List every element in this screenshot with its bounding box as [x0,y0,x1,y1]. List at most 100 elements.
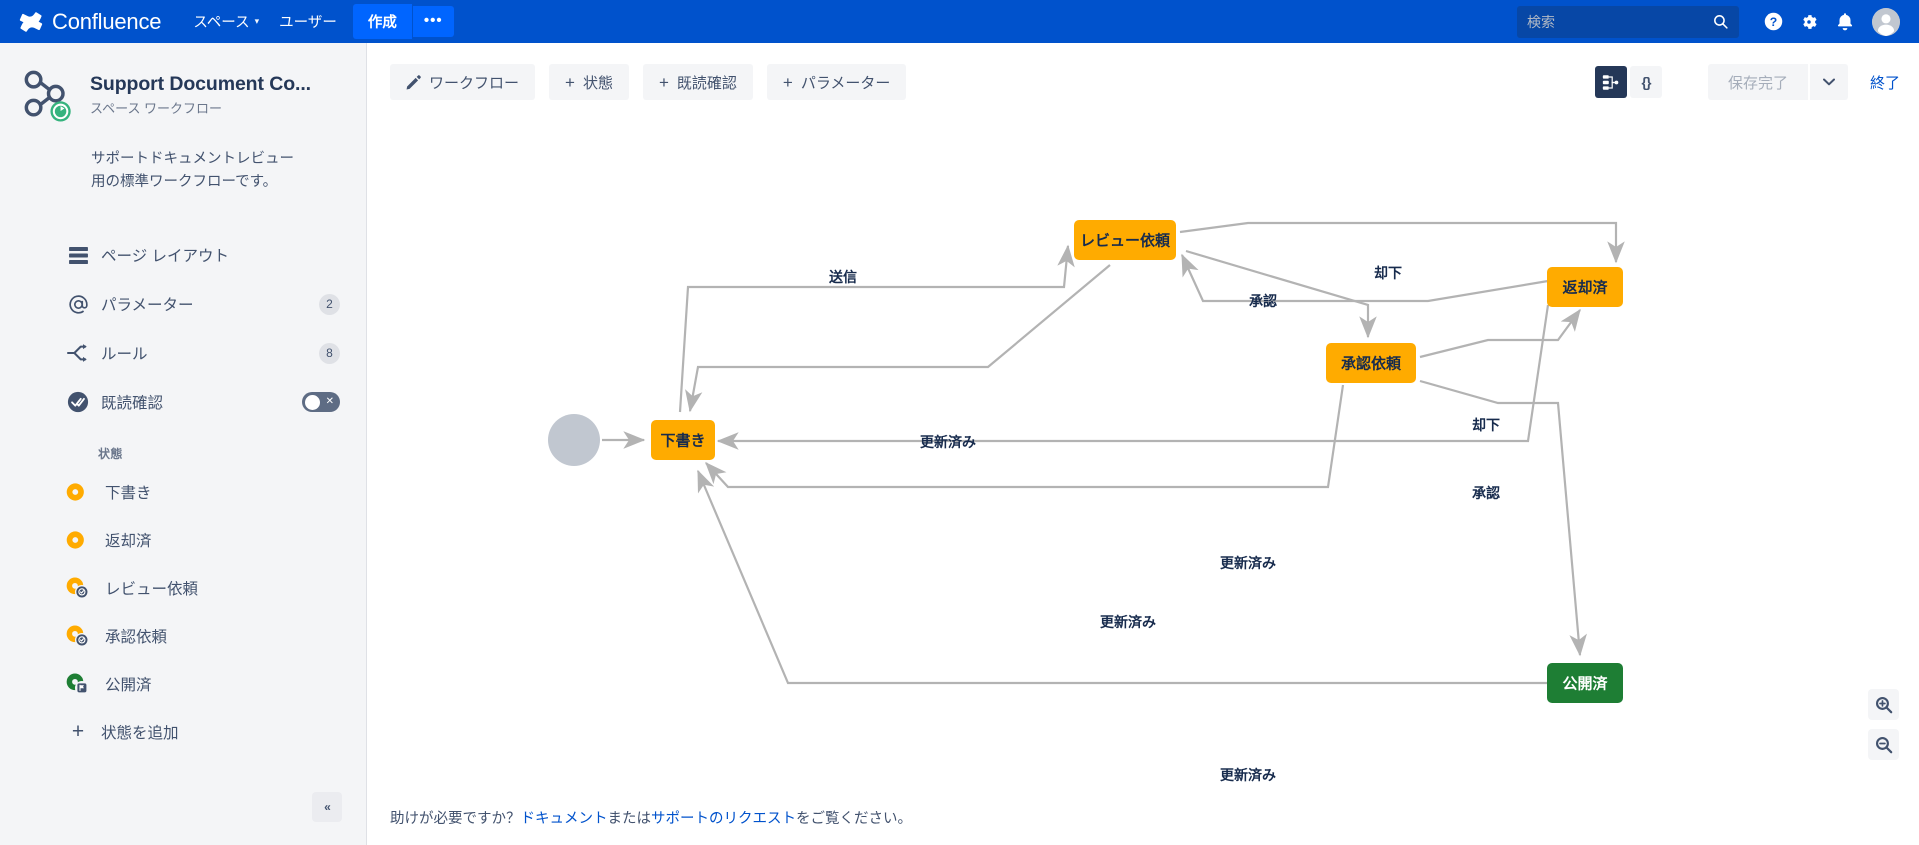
toolbar-add-parameter-label: パラメーター [800,74,891,92]
workflow-title: Support Document Co... [90,73,311,95]
diagram-edge-labels: 送信 却下 承認 送信 却下 承認 更新済み 更新済み 更新済み 更新済み [828,265,1500,783]
state-ring-check-icon-review [65,575,95,601]
workflow-diagram-canvas[interactable]: 送信 却下 承認 送信 却下 承認 更新済み 更新済み 更新済み 更新済み 下書… [368,105,1919,785]
diagram-nodes: 下書き レビュー依頼 承認依頼 返却済 公開済 [548,220,1623,703]
view-mode-toggle-group: {} [1594,66,1662,98]
edge-label-approve-returned-review: 承認 [1249,293,1277,309]
footer-middle: または [607,811,652,827]
edge-label-updated-approval-draft: 更新済み [1100,614,1156,630]
sidebar-state-draft[interactable]: 下書き [0,468,366,516]
view-diagram-button[interactable] [1594,66,1627,98]
main-content: ワークフロー + 状態 + 既読確認 + パラメーター {} 保存完了 終了 送… [368,43,1919,845]
toolbar-add-parameter-button[interactable]: + パラメーター [766,64,907,100]
sidebar-state-approval-request[interactable]: 承認依頼 [0,612,366,660]
state-ring-check-icon-approval [65,623,95,649]
edge-label-send-draft-review: 送信 [828,269,857,285]
node-start[interactable] [548,414,600,466]
state-ring-icon-draft [65,479,95,505]
edge-approval-to-draft[interactable] [705,384,1345,489]
help-button[interactable]: ? [1757,6,1789,38]
edge-review-to-approval[interactable] [1185,249,1377,339]
plus-icon: + [71,720,85,744]
sidebar-state-published-label: 公開済 [105,676,152,694]
toolbar-workflow-button[interactable]: ワークフロー [390,64,536,100]
sidebar-item-parameters[interactable]: パラメーター 2 [0,280,366,329]
edge-approval-to-published[interactable] [1419,379,1587,657]
rules-count-badge: 8 [319,342,340,364]
edge-label-updated-review-draft: 更新済み [920,434,976,450]
zoom-out-button[interactable] [1868,729,1899,760]
sidebar-state-returned[interactable]: 返却済 [0,516,366,564]
sidebar-collapse-button[interactable]: « [312,792,342,822]
sidebar-add-state-button[interactable]: + 状態を追加 [0,708,366,756]
user-avatar-button[interactable] [1870,6,1902,38]
create-button[interactable]: 作成 [352,4,412,39]
toolbar-workflow-label: ワークフロー [429,74,520,92]
node-published[interactable]: 公開済 [1547,663,1623,703]
confluence-logo-icon [19,11,43,32]
toolbar-add-read-confirmation-button[interactable]: + 既読確認 [642,64,753,100]
notifications-button[interactable] [1829,6,1861,38]
diagram-view-icon [1603,74,1619,90]
svg-text:?: ? [1769,15,1776,29]
pencil-icon [406,74,421,89]
view-code-button[interactable]: {} [1629,66,1662,98]
edge-label-reject-approval-returned: 却下 [1472,417,1500,433]
node-review-request-label: レビュー依頼 [1080,232,1171,250]
gear-icon [1803,14,1817,29]
sidebar-item-page-layout-label: ページ レイアウト [101,248,229,266]
zoom-out-icon [1875,736,1892,753]
edge-returned-to-draft[interactable] [716,304,1550,450]
sidebar-item-rules[interactable]: ルール 8 [0,329,366,378]
exit-link[interactable]: 終了 [1870,72,1900,93]
footer-support-request-link[interactable]: サポートのリクエスト [651,811,796,827]
edge-label-updated-returned-draft: 更新済み [1220,555,1276,571]
sidebar-state-published[interactable]: 公開済 [0,660,366,708]
toolbar-add-read-confirmation-label: 既読確認 [676,74,737,92]
states-section-title: 状態 [98,446,123,461]
sidebar-add-state-label: 状態を追加 [101,724,179,742]
save-options-button[interactable] [1809,64,1848,100]
read-confirmations-toggle[interactable]: ✕ [302,392,340,413]
node-draft-label: 下書き [660,432,705,450]
node-draft[interactable]: 下書き [651,420,715,460]
edge-draft-to-review[interactable] [678,244,1075,413]
sidebar-state-returned-label: 返却済 [105,532,152,550]
create-more-button[interactable]: ••• [412,6,454,37]
toolbar-add-state-button[interactable]: + 状態 [549,64,629,100]
plus-icon: + [782,72,793,92]
sidebar-state-review-request-label: レビュー依頼 [105,580,199,598]
code-view-label: {} [1641,74,1652,90]
edge-published-to-draft[interactable] [696,469,1548,685]
sidebar-state-review-request[interactable]: レビュー依頼 [0,564,366,612]
double-check-badge-icon [65,391,91,413]
node-returned[interactable]: 返却済 [1547,267,1623,307]
sidebar-item-read-confirmations[interactable]: 既読確認 ✕ [0,378,366,427]
search-icon[interactable] [1712,13,1729,30]
nav-item-spaces-label: スペース [193,15,250,31]
sidebar-item-page-layout[interactable]: ページ レイアウト [0,231,366,280]
settings-button[interactable] [1793,6,1825,38]
sidebar-nav: ページ レイアウト パラメーター 2 ルール 8 既読確認 ✕ [0,231,366,427]
zoom-in-button[interactable] [1868,689,1899,720]
zoom-controls [1868,689,1899,760]
sidebar-header: Support Document Co... スペース ワークフロー [0,43,366,123]
edge-returned-to-review[interactable] [1180,253,1549,303]
node-approval-request[interactable]: 承認依頼 [1326,343,1416,383]
search-input[interactable] [1527,13,1712,30]
edge-review-to-returned[interactable] [1179,221,1625,264]
edge-approval-to-returned[interactable] [1419,308,1581,359]
footer-documentation-link[interactable]: ドキュメント [521,811,608,827]
node-review-request[interactable]: レビュー依頼 [1074,220,1176,260]
chevron-down-icon: ▾ [254,16,260,26]
nav-item-spaces[interactable]: スペース ▾ [183,4,269,39]
state-ring-icon-returned [65,527,95,553]
confluence-logo-link[interactable]: Confluence [19,8,162,35]
node-approval-request-label: 承認依頼 [1341,355,1402,373]
workflow-subtitle: スペース ワークフロー [90,101,223,116]
brand-name: Confluence [52,8,162,34]
plus-icon: + [565,72,575,92]
search-box[interactable] [1517,5,1739,38]
editor-toolbar: ワークフロー + 状態 + 既読確認 + パラメーター [390,64,907,100]
nav-item-people[interactable]: ユーザー [269,4,347,39]
